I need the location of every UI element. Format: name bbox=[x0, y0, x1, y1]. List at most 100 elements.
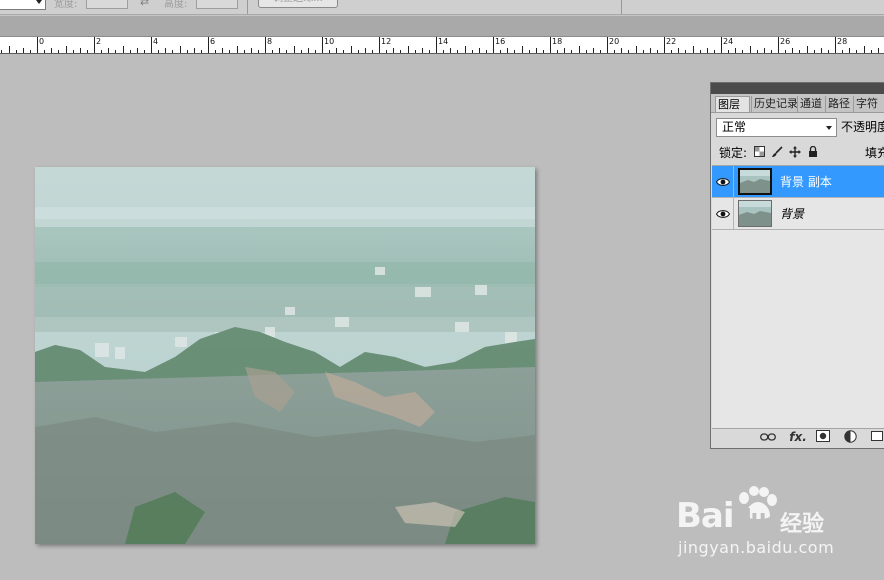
layer-row[interactable]: 背景 副本 bbox=[712, 166, 884, 198]
ruler-tick bbox=[315, 50, 316, 53]
ruler-label: 20 bbox=[609, 37, 620, 46]
ruler-label: 0 bbox=[39, 37, 45, 46]
ruler-tick bbox=[137, 48, 138, 53]
visibility-eye-icon[interactable] bbox=[712, 198, 734, 229]
ruler-tick bbox=[51, 48, 52, 53]
ruler-tick bbox=[771, 50, 772, 53]
ruler-label: 12 bbox=[381, 37, 392, 46]
ruler-tick bbox=[286, 50, 287, 53]
layer-thumbnail[interactable] bbox=[738, 200, 772, 227]
ruler-tick bbox=[244, 50, 245, 53]
mask-icon[interactable] bbox=[815, 430, 831, 444]
ruler-label: 24 bbox=[723, 37, 734, 46]
ruler-tick bbox=[358, 50, 359, 53]
ruler-tick bbox=[294, 46, 295, 53]
ruler-tick bbox=[379, 37, 380, 53]
ruler-tick bbox=[16, 50, 17, 53]
lock-all-icon[interactable] bbox=[807, 145, 819, 158]
ruler-tick bbox=[522, 46, 523, 53]
ruler-tick bbox=[849, 48, 850, 53]
blend-mode-select[interactable]: 正常 bbox=[716, 118, 837, 137]
ruler-tick bbox=[742, 50, 743, 53]
ruler-tick bbox=[486, 50, 487, 53]
ruler-tick bbox=[600, 50, 601, 53]
lock-label: 锁定: bbox=[719, 146, 748, 160]
ruler-tick bbox=[66, 46, 67, 53]
tab-history[interactable]: 历史记录 bbox=[751, 96, 797, 112]
ruler-tick bbox=[493, 37, 494, 53]
ruler-tick bbox=[215, 50, 216, 53]
lock-pixels-brush-icon[interactable] bbox=[771, 146, 783, 158]
ruler-tick bbox=[393, 48, 394, 53]
tool-preset-select[interactable] bbox=[0, 0, 46, 10]
ruler-tick bbox=[400, 50, 401, 53]
tab-layers[interactable]: 图层 bbox=[715, 96, 750, 112]
ruler-label: 26 bbox=[780, 37, 791, 46]
ruler-tick bbox=[372, 50, 373, 53]
ruler-tick bbox=[187, 50, 188, 53]
ruler-tick bbox=[707, 48, 708, 53]
ruler-tick bbox=[479, 48, 480, 53]
ruler-tick bbox=[792, 48, 793, 53]
ruler-tick bbox=[229, 50, 230, 53]
ruler-tick bbox=[158, 50, 159, 53]
layer-list: 背景 副本 背景 bbox=[712, 165, 884, 429]
swap-icon[interactable]: ⇄ bbox=[140, 0, 149, 8]
ruler-tick bbox=[301, 50, 302, 53]
height-field[interactable] bbox=[196, 0, 238, 9]
ruler-tick bbox=[151, 37, 152, 53]
ruler-label: 8 bbox=[267, 37, 273, 46]
layer-row[interactable]: 背景 bbox=[712, 198, 884, 230]
layers-panel: 图层 历史记录 通道 路径 字符 正常 不透明度 锁定: 填充 背景 副本 背景… bbox=[710, 82, 884, 449]
ruler-tick bbox=[108, 48, 109, 53]
ruler-tick bbox=[564, 48, 565, 53]
ruler-tick bbox=[671, 50, 672, 53]
adjustment-icon[interactable] bbox=[841, 430, 859, 444]
ruler-tick bbox=[750, 46, 751, 53]
ruler-tick bbox=[251, 48, 252, 53]
document-tab-strip bbox=[0, 15, 884, 37]
layer-name[interactable]: 背景 bbox=[780, 198, 804, 230]
ruler-tick bbox=[536, 48, 537, 53]
lock-position-move-icon[interactable] bbox=[789, 146, 801, 158]
ruler-label: 4 bbox=[153, 37, 159, 46]
width-field[interactable] bbox=[86, 0, 128, 9]
refine-edge-button[interactable]: 调整边缘... bbox=[258, 0, 338, 8]
ruler-tick bbox=[757, 50, 758, 53]
ruler-tick bbox=[9, 46, 10, 53]
ruler-tick bbox=[543, 50, 544, 53]
ruler-tick bbox=[386, 50, 387, 53]
tab-channels[interactable]: 通道 bbox=[797, 96, 825, 112]
lock-transparency-icon[interactable] bbox=[753, 146, 765, 158]
ruler-tick bbox=[579, 46, 580, 53]
ruler-tick bbox=[44, 50, 45, 53]
ruler-tick bbox=[94, 37, 95, 53]
tab-character[interactable]: 字符 bbox=[853, 96, 883, 112]
new-group-icon[interactable] bbox=[869, 430, 884, 444]
ruler-tick bbox=[279, 48, 280, 53]
ruler-tick bbox=[700, 50, 701, 53]
layer-thumbnail[interactable] bbox=[738, 168, 772, 195]
panel-bottom-toolbar: fx. bbox=[711, 429, 884, 448]
panel-titlebar[interactable] bbox=[711, 83, 884, 94]
ruler-tick bbox=[828, 50, 829, 53]
ruler-tick bbox=[835, 37, 836, 53]
layer-name[interactable]: 背景 副本 bbox=[780, 166, 832, 198]
jingyan-text: 经验 bbox=[780, 512, 825, 537]
ruler-tick bbox=[165, 48, 166, 53]
horizontal-ruler[interactable]: 0 2 4 6 8 10 12 14 16 18 20 22 24 26 28 bbox=[0, 37, 884, 54]
ruler-tick bbox=[636, 46, 637, 53]
visibility-eye-icon[interactable] bbox=[712, 166, 734, 197]
options-bar: 宽度: ⇄ 高度: 调整边缘... bbox=[0, 0, 884, 15]
ruler-tick bbox=[650, 48, 651, 53]
panel-tab-strip: 图层 历史记录 通道 路径 字符 bbox=[711, 94, 884, 113]
ruler-tick bbox=[237, 46, 238, 53]
ruler-tick bbox=[130, 50, 131, 53]
link-icon[interactable] bbox=[759, 430, 777, 444]
ruler-tick bbox=[593, 48, 594, 53]
fx-icon[interactable]: fx. bbox=[787, 430, 809, 444]
ruler-tick bbox=[408, 46, 409, 53]
ruler-tick bbox=[871, 50, 872, 53]
tab-paths[interactable]: 路径 bbox=[825, 96, 853, 112]
canvas-image[interactable] bbox=[35, 167, 535, 544]
